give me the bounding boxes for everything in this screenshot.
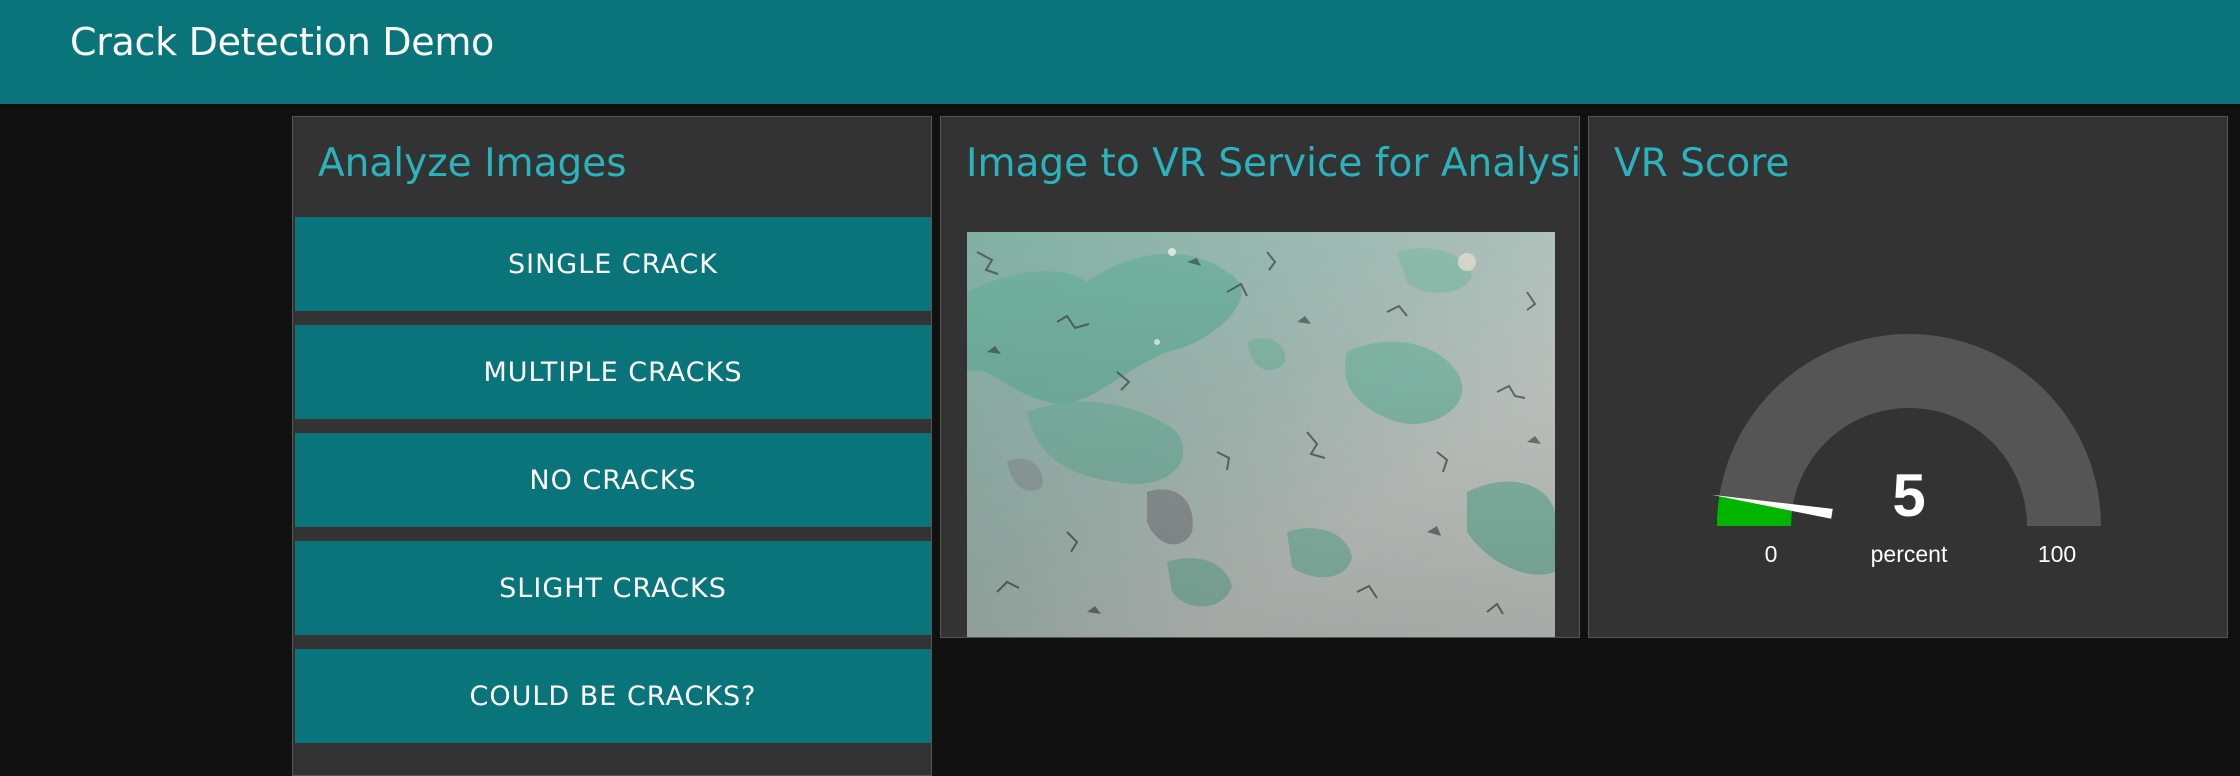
gauge-value: 5 bbox=[1892, 462, 1926, 529]
top-bar: Crack Detection Demo bbox=[0, 0, 2240, 104]
analyze-images-panel: Analyze Images SINGLE CRACK MULTIPLE CRA… bbox=[292, 116, 932, 776]
slight-cracks-button[interactable]: SLIGHT CRACKS bbox=[295, 541, 931, 635]
multiple-cracks-button[interactable]: MULTIPLE CRACKS bbox=[295, 325, 931, 419]
analyzed-image bbox=[967, 232, 1555, 637]
peeling-paint-photo-icon bbox=[967, 232, 1555, 637]
image-analysis-panel: Image to VR Service for Analysis bbox=[940, 116, 1580, 638]
single-crack-button[interactable]: SINGLE CRACK bbox=[295, 217, 931, 311]
vr-score-panel: VR Score 5 percent 0 100 bbox=[1588, 116, 2228, 638]
could-be-cracks-button[interactable]: COULD BE CRACKS? bbox=[295, 649, 931, 743]
no-cracks-button[interactable]: NO CRACKS bbox=[295, 433, 931, 527]
panel-title-image-to-vr: Image to VR Service for Analysis bbox=[966, 141, 1580, 186]
gauge-min-label: 0 bbox=[1764, 541, 1778, 567]
gauge-units: percent bbox=[1870, 541, 1948, 567]
panel-title-analyze-images: Analyze Images bbox=[318, 141, 627, 186]
app-title: Crack Detection Demo bbox=[70, 20, 495, 64]
gauge-max-label: 100 bbox=[2037, 541, 2077, 567]
score-gauge: 5 percent 0 100 bbox=[1589, 117, 2227, 637]
